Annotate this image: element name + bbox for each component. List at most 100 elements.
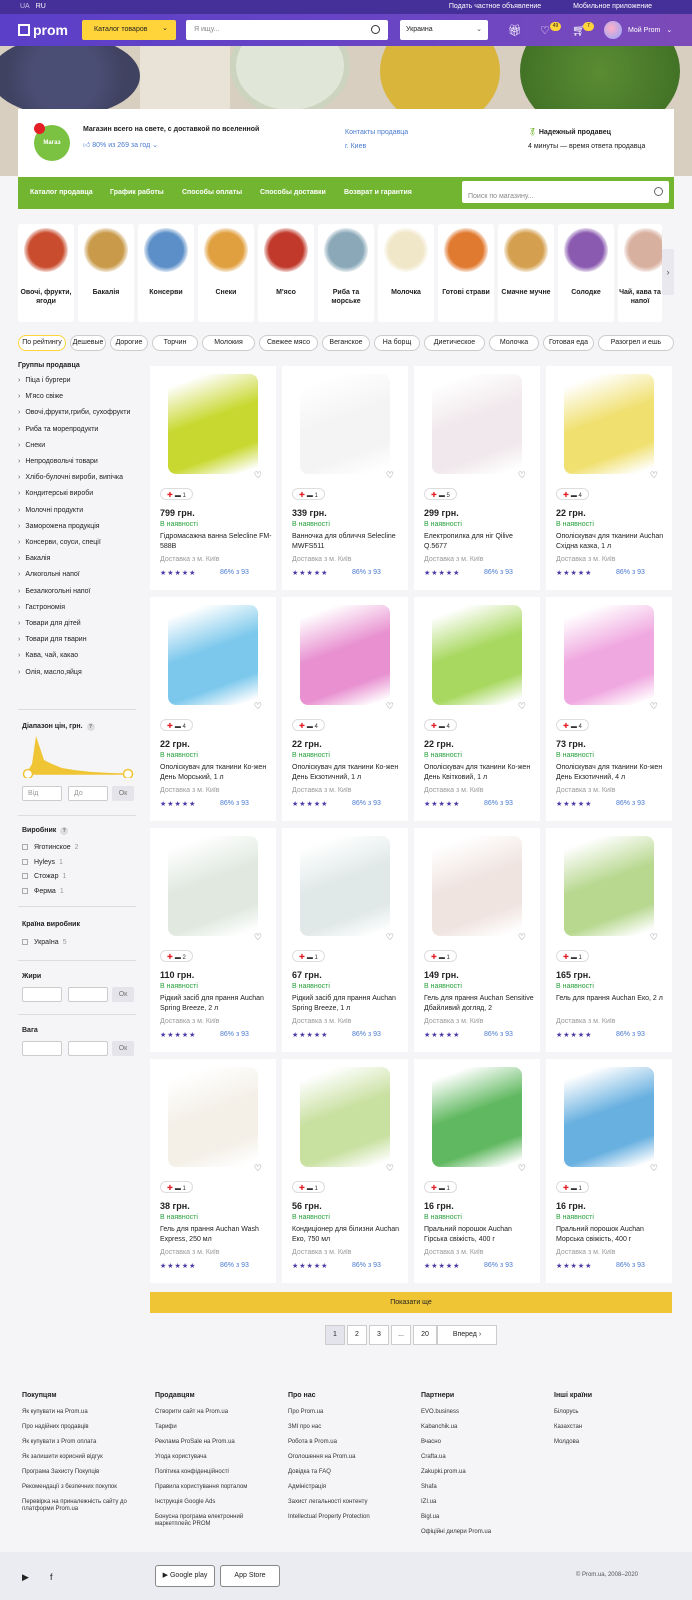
price-from-input[interactable]: Від [22, 786, 62, 801]
footer-link[interactable]: Zakupki.prom.ua [421, 1469, 546, 1476]
rating-percent[interactable]: 86% з 93 [352, 1031, 381, 1038]
filter-chip[interactable]: Дешевые [70, 335, 106, 351]
footer-link[interactable]: ЗМІ про нас [288, 1424, 413, 1431]
product-name[interactable]: Ополіскувач для тканини Auchan Східна ка… [556, 532, 668, 552]
product-card[interactable]: ♡ ✚ ▬ 1 67 грн. В наявності Рідкий засіб для… [282, 828, 408, 1052]
product-name[interactable]: Гель для прання Auchan Wash Express, 250… [160, 1225, 272, 1245]
product-name[interactable]: Гель для прання Auchan Еко, 2 л [556, 994, 668, 1004]
product-card[interactable]: ♡ ✚ ▬ 1 799 грн. В наявності Гідромасажна ва… [150, 366, 276, 590]
footer-link[interactable]: Адміністрація [288, 1484, 413, 1491]
help-icon[interactable]: ? [60, 827, 69, 835]
show-more-button[interactable]: Показати ще [150, 1292, 672, 1313]
prom-logo[interactable]: prom [18, 22, 68, 38]
filter-chip[interactable]: Диетическое [424, 335, 485, 351]
footer-link[interactable]: Політика конфіденційності [155, 1469, 280, 1476]
product-card[interactable]: ♡ ✚ ▬ 4 22 грн. В наявності Ополіскувач для … [150, 597, 276, 821]
rating-percent[interactable]: 86% з 93 [220, 800, 249, 807]
product-image[interactable] [168, 374, 258, 474]
favorite-heart-icon[interactable]: ♡ [650, 1163, 658, 1174]
seller-contacts-link[interactable]: Контакты продавца [345, 126, 408, 140]
page-button[interactable]: 1 [325, 1325, 345, 1345]
rating-percent[interactable]: 86% з 93 [220, 569, 249, 576]
product-image[interactable] [564, 374, 654, 474]
sidebar-group-link[interactable]: М'ясо свіже [18, 393, 63, 400]
facebook-icon[interactable]: f [50, 1572, 53, 1582]
carousel-next-button[interactable]: › [662, 249, 674, 295]
filter-chip[interactable]: Торчин [152, 335, 198, 351]
page-button[interactable]: 20 [413, 1325, 437, 1345]
favorite-heart-icon[interactable]: ♡ [254, 1163, 262, 1174]
product-card[interactable]: ♡ ✚ ▬ 1 339 грн. В наявності Ванночка для об… [282, 366, 408, 590]
nav-delivery[interactable]: Способы доставки [260, 189, 326, 196]
sell-link[interactable]: Подать частное объявление [449, 3, 541, 10]
product-card[interactable]: ♡ ✚ ▬ 1 165 грн. В наявності Гель для прання… [546, 828, 672, 1052]
product-image[interactable] [564, 836, 654, 936]
fat-from-input[interactable] [22, 987, 62, 1002]
fat-ok-button[interactable]: Ок [112, 987, 134, 1002]
product-name[interactable]: Рідкий засіб для прання Auchan Spring Br… [160, 994, 272, 1014]
footer-link[interactable]: Intellectual Property Protection [288, 1514, 413, 1521]
product-card[interactable]: ♡ ✚ ▬ 1 16 грн. В наявності Пральний порошок… [546, 1059, 672, 1283]
footer-link[interactable]: Як купувати на Prom.ua [22, 1409, 147, 1416]
footer-link[interactable]: Довідка та FAQ [288, 1469, 413, 1476]
favorite-heart-icon[interactable]: ♡ [518, 701, 526, 712]
sidebar-group-link[interactable]: Заморожена продукція [18, 523, 99, 530]
rating-percent[interactable]: 86% з 93 [616, 1262, 645, 1269]
filter-chip[interactable]: По рейтингу [18, 335, 66, 351]
weight-to-input[interactable] [68, 1041, 108, 1056]
favorite-heart-icon[interactable]: ♡ [650, 701, 658, 712]
sidebar-group-link[interactable]: Овочі,фрукти,гриби, сухофрукти [18, 409, 130, 416]
favorite-heart-icon[interactable]: ♡ [386, 470, 394, 481]
nav-payment[interactable]: Способы оплаты [182, 189, 242, 196]
footer-link[interactable]: Тарифи [155, 1424, 280, 1431]
category-tile[interactable]: Риба та морське [318, 224, 374, 322]
price-to-input[interactable]: До [68, 786, 108, 801]
product-image[interactable] [168, 605, 258, 705]
search-icon[interactable] [371, 25, 380, 34]
filter-chip[interactable]: Готовая еда [543, 335, 594, 351]
filter-chip[interactable]: Веганское [322, 335, 370, 351]
mobile-app-link[interactable]: Мобильное приложение [573, 3, 652, 10]
weight-ok-button[interactable]: Ок [112, 1041, 134, 1056]
footer-link[interactable]: Програма Захисту Покупців [22, 1469, 147, 1476]
footer-link[interactable]: EVO.business [421, 1409, 546, 1416]
google-play-button[interactable]: ▶ Google play [155, 1565, 215, 1587]
sidebar-group-link[interactable]: Піца і бургери [18, 377, 70, 384]
footer-link[interactable]: Bigl.ua [421, 1514, 546, 1521]
product-name[interactable]: Електропилка для ніг Qilive Q.5677 [424, 532, 536, 552]
footer-link[interactable]: Рекомендації з безпечних покупок [22, 1484, 147, 1491]
sidebar-group-link[interactable]: Молочні продукти [18, 507, 83, 514]
youtube-icon[interactable]: ▶ [22, 1572, 29, 1583]
maker-checkbox[interactable]: Стожар 1 [22, 873, 66, 880]
product-name[interactable]: Ополіскувач для тканини Ко-жен День Екзо… [556, 763, 668, 783]
category-tile[interactable]: М'ясо [258, 224, 314, 322]
maker-checkbox[interactable]: Ферма 1 [22, 887, 64, 895]
sidebar-group-link[interactable]: Бакалія [18, 555, 50, 562]
region-select[interactable]: Украина ⌄ [400, 20, 488, 40]
footer-link[interactable]: Kabanchik.ua [421, 1424, 546, 1431]
footer-link[interactable]: Інструкція Google Ads [155, 1499, 280, 1506]
product-name[interactable]: Ополіскувач для тканини Ко-жен День Морс… [160, 763, 272, 783]
footer-link[interactable]: Створити сайт на Prom.ua [155, 1409, 280, 1416]
search-input[interactable]: Я ищу... [186, 20, 388, 40]
maker-checkbox[interactable]: Hyleys 1 [22, 858, 63, 866]
footer-link[interactable]: IZI.ua [421, 1499, 546, 1506]
rating-percent[interactable]: 86% з 93 [616, 1031, 645, 1038]
gift-icon[interactable]: 🎁︎ [508, 24, 522, 37]
product-image[interactable] [168, 836, 258, 936]
sidebar-group-link[interactable]: Снеки [18, 442, 45, 449]
nav-catalog[interactable]: Каталог продавца [30, 189, 93, 196]
footer-link[interactable]: Молдова [554, 1439, 679, 1446]
sidebar-group-link[interactable]: Консерви, соуси, спеції [18, 539, 100, 546]
product-name[interactable]: Пральний порошок Auchan Морська свіжість… [556, 1225, 668, 1245]
my-prom-menu[interactable]: Мой Prom ⌄ [604, 21, 672, 39]
product-name[interactable]: Гідромасажна ванна Selecline FM-588B [160, 532, 272, 552]
category-tile[interactable]: Солодке [558, 224, 614, 322]
app-store-button[interactable]: App Store [220, 1565, 280, 1587]
favorite-heart-icon[interactable]: ♡ [254, 932, 262, 943]
footer-link[interactable]: Бонусна програма електронний маркетплейс… [155, 1514, 280, 1528]
heart-icon[interactable]: ♡ [540, 24, 550, 37]
category-tile[interactable]: Овочі, фрукти, ягоди [18, 224, 74, 322]
category-tile[interactable]: Чай, кава та напої [618, 224, 662, 322]
footer-link[interactable]: Реклама ProSale на Prom.ua [155, 1439, 280, 1446]
